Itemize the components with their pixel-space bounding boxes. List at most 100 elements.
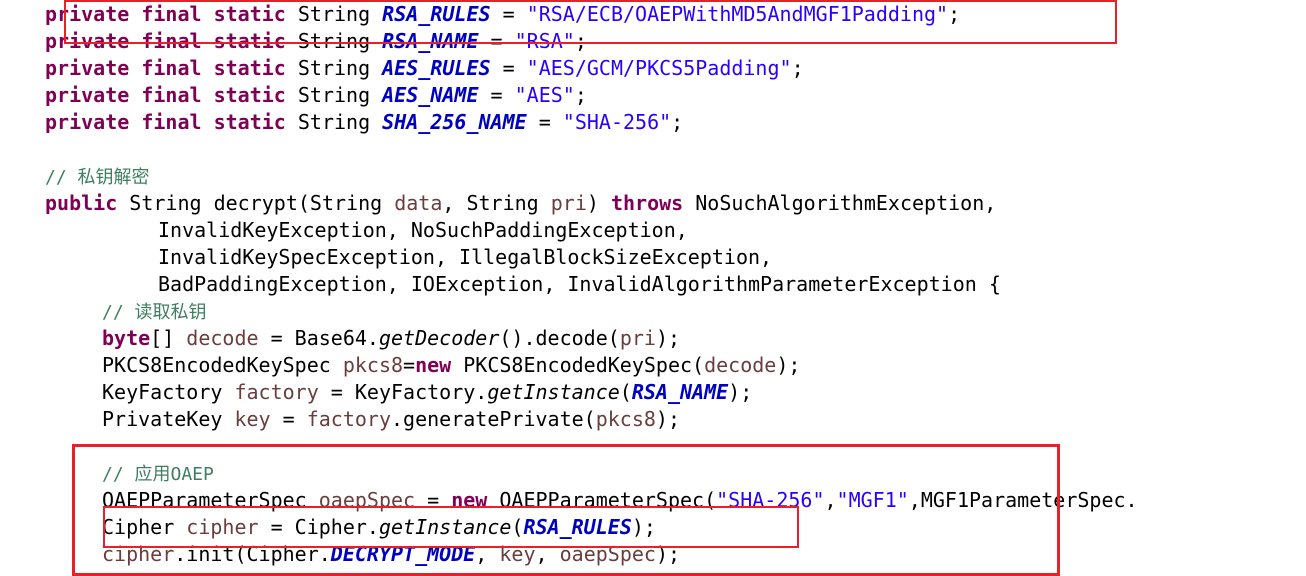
- code-editor[interactable]: private final static String RSA_RULES = …: [0, 0, 1306, 574]
- code-token-plain: =: [270, 407, 307, 431]
- code-token-plain: =: [403, 353, 416, 377]
- code-token-plain: ): [586, 191, 611, 215]
- code-token-var: cipher: [186, 515, 259, 539]
- code-token-str: "SHA-256": [716, 488, 825, 512]
- code-token-plain: String decrypt(String: [117, 191, 395, 215]
- code-token-const: RSA_NAME: [382, 29, 479, 53]
- code-line: OAEPParameterSpec oaepSpec = new OAEPPar…: [102, 487, 1138, 514]
- code-token-kw: private final static: [45, 83, 286, 107]
- code-token-var: decode: [704, 353, 777, 377]
- code-token-plain: String: [285, 83, 383, 107]
- code-token-plain: ,: [535, 542, 560, 566]
- code-token-var: decode: [186, 326, 259, 350]
- code-token-kw: private final static: [45, 56, 286, 80]
- code-token-plain: =: [490, 56, 527, 80]
- code-token-plain: );: [776, 353, 801, 377]
- code-token-var: cipher: [102, 542, 175, 566]
- code-token-const: RSA_NAME: [631, 380, 729, 404]
- code-token-plain: );: [728, 380, 753, 404]
- code-token-plain: =: [478, 29, 515, 53]
- code-token-str: "RSA": [514, 29, 575, 53]
- code-line: Cipher cipher = Cipher.getInstance(RSA_R…: [102, 514, 656, 541]
- code-line: byte[] decode = Base64.getDecoder().deco…: [102, 325, 680, 352]
- code-token-plain: = Base64.: [258, 326, 379, 350]
- code-token-kw: private final static: [45, 29, 286, 53]
- code-token-plain: Cipher: [102, 515, 187, 539]
- code-line: cipher.init(Cipher.DECRYPT_MODE, key, oa…: [102, 541, 680, 568]
- code-token-const: DECRYPT_MODE: [330, 542, 476, 566]
- code-line: public String decrypt(String data, Strin…: [45, 190, 996, 217]
- code-token-cmt: // 应用OAEP: [102, 464, 214, 485]
- code-line: PrivateKey key = factory.generatePrivate…: [102, 406, 680, 433]
- code-token-kw: private final static: [45, 110, 286, 134]
- code-line: private final static String RSA_RULES = …: [45, 1, 960, 28]
- code-token-plain: .generatePrivate(: [391, 407, 596, 431]
- code-token-kw: private final static: [45, 2, 286, 26]
- code-token-const: RSA_RULES: [382, 2, 491, 26]
- code-token-plain: =: [490, 2, 527, 26]
- code-token-var: pkcs8: [595, 407, 656, 431]
- code-token-plain: NoSuchAlgorithmException,: [683, 191, 997, 215]
- code-token-plain: , String: [442, 191, 551, 215]
- code-token-str: "MGF1": [836, 488, 909, 512]
- code-token-kw: throws: [610, 191, 684, 215]
- code-token-plain: ;: [791, 56, 804, 80]
- code-token-plain: String: [285, 56, 383, 80]
- code-line: private final static String AES_NAME = "…: [45, 82, 587, 109]
- code-token-var: data: [394, 191, 443, 215]
- code-token-plain: PKCS8EncodedKeySpec(: [451, 353, 705, 377]
- code-token-plain: .init(Cipher.: [174, 542, 331, 566]
- code-token-plain: ,: [475, 542, 500, 566]
- code-token-plain: (: [511, 515, 524, 539]
- code-token-plain: KeyFactory: [102, 380, 235, 404]
- code-token-var: pkcs8: [342, 353, 404, 377]
- code-token-plain: =: [415, 488, 452, 512]
- code-line: // 读取私钥: [102, 298, 207, 325]
- code-token-cmt: // 读取私钥: [102, 302, 207, 323]
- code-line: KeyFactory factory = KeyFactory.getInsta…: [102, 379, 752, 406]
- code-token-plain: String: [285, 2, 383, 26]
- code-token-kw: new: [451, 488, 488, 512]
- code-token-plain: InvalidKeyException, NoSuchPaddingExcept…: [158, 218, 688, 242]
- code-line: PKCS8EncodedKeySpec pkcs8=new PKCS8Encod…: [102, 352, 800, 379]
- code-token-method: getDecoder: [378, 326, 500, 350]
- code-token-plain: PrivateKey: [102, 407, 235, 431]
- code-token-str: "SHA-256": [562, 110, 672, 134]
- code-line: private final static String RSA_NAME = "…: [45, 28, 587, 55]
- code-line: // 应用OAEP: [102, 460, 214, 487]
- code-token-var: oaepSpec: [559, 542, 656, 566]
- code-token-plain: ;: [574, 83, 587, 107]
- code-token-kw: public: [45, 191, 118, 215]
- code-token-plain: OAEPParameterSpec: [102, 488, 319, 512]
- code-token-str: "RSA/ECB/OAEPWithMD5AndMGF1Padding": [526, 2, 949, 26]
- code-token-plain: =: [478, 83, 515, 107]
- code-token-plain: = Cipher.: [258, 515, 379, 539]
- code-token-const: AES_NAME: [382, 83, 479, 107]
- code-token-plain: String: [285, 29, 383, 53]
- code-token-const: SHA_256_NAME: [382, 110, 527, 134]
- code-token-plain: ;: [671, 110, 684, 134]
- code-token-plain: String: [285, 110, 383, 134]
- code-token-const: RSA_RULES: [523, 515, 632, 539]
- code-token-plain: =: [526, 110, 563, 134]
- code-token-plain: ,MGF1ParameterSpec.: [908, 488, 1138, 512]
- code-token-plain: );: [655, 407, 681, 431]
- code-token-const: AES_RULES: [382, 56, 491, 80]
- code-token-plain: ;: [948, 2, 961, 26]
- code-line: // 私钥解密: [45, 163, 150, 190]
- code-token-var: oaepSpec: [318, 488, 416, 512]
- code-token-method: getInstance: [378, 515, 512, 539]
- code-token-cmt: // 私钥解密: [45, 167, 150, 188]
- code-token-plain: ().decode(: [499, 326, 620, 350]
- code-token-plain: = KeyFactory.: [318, 380, 488, 404]
- code-token-plain: (: [619, 380, 632, 404]
- code-token-str: "AES": [514, 83, 575, 107]
- code-token-plain: InvalidKeySpecException, IllegalBlockSiz…: [158, 245, 773, 269]
- code-token-var: factory: [234, 380, 319, 404]
- code-line: private final static String AES_RULES = …: [45, 55, 804, 82]
- code-token-plain: BadPaddingException, IOException, Invali…: [158, 272, 1001, 296]
- code-token-var: pri: [550, 191, 587, 215]
- code-token-method: getInstance: [487, 380, 620, 404]
- code-token-plain: ,: [824, 488, 837, 512]
- code-token-plain: );: [655, 542, 681, 566]
